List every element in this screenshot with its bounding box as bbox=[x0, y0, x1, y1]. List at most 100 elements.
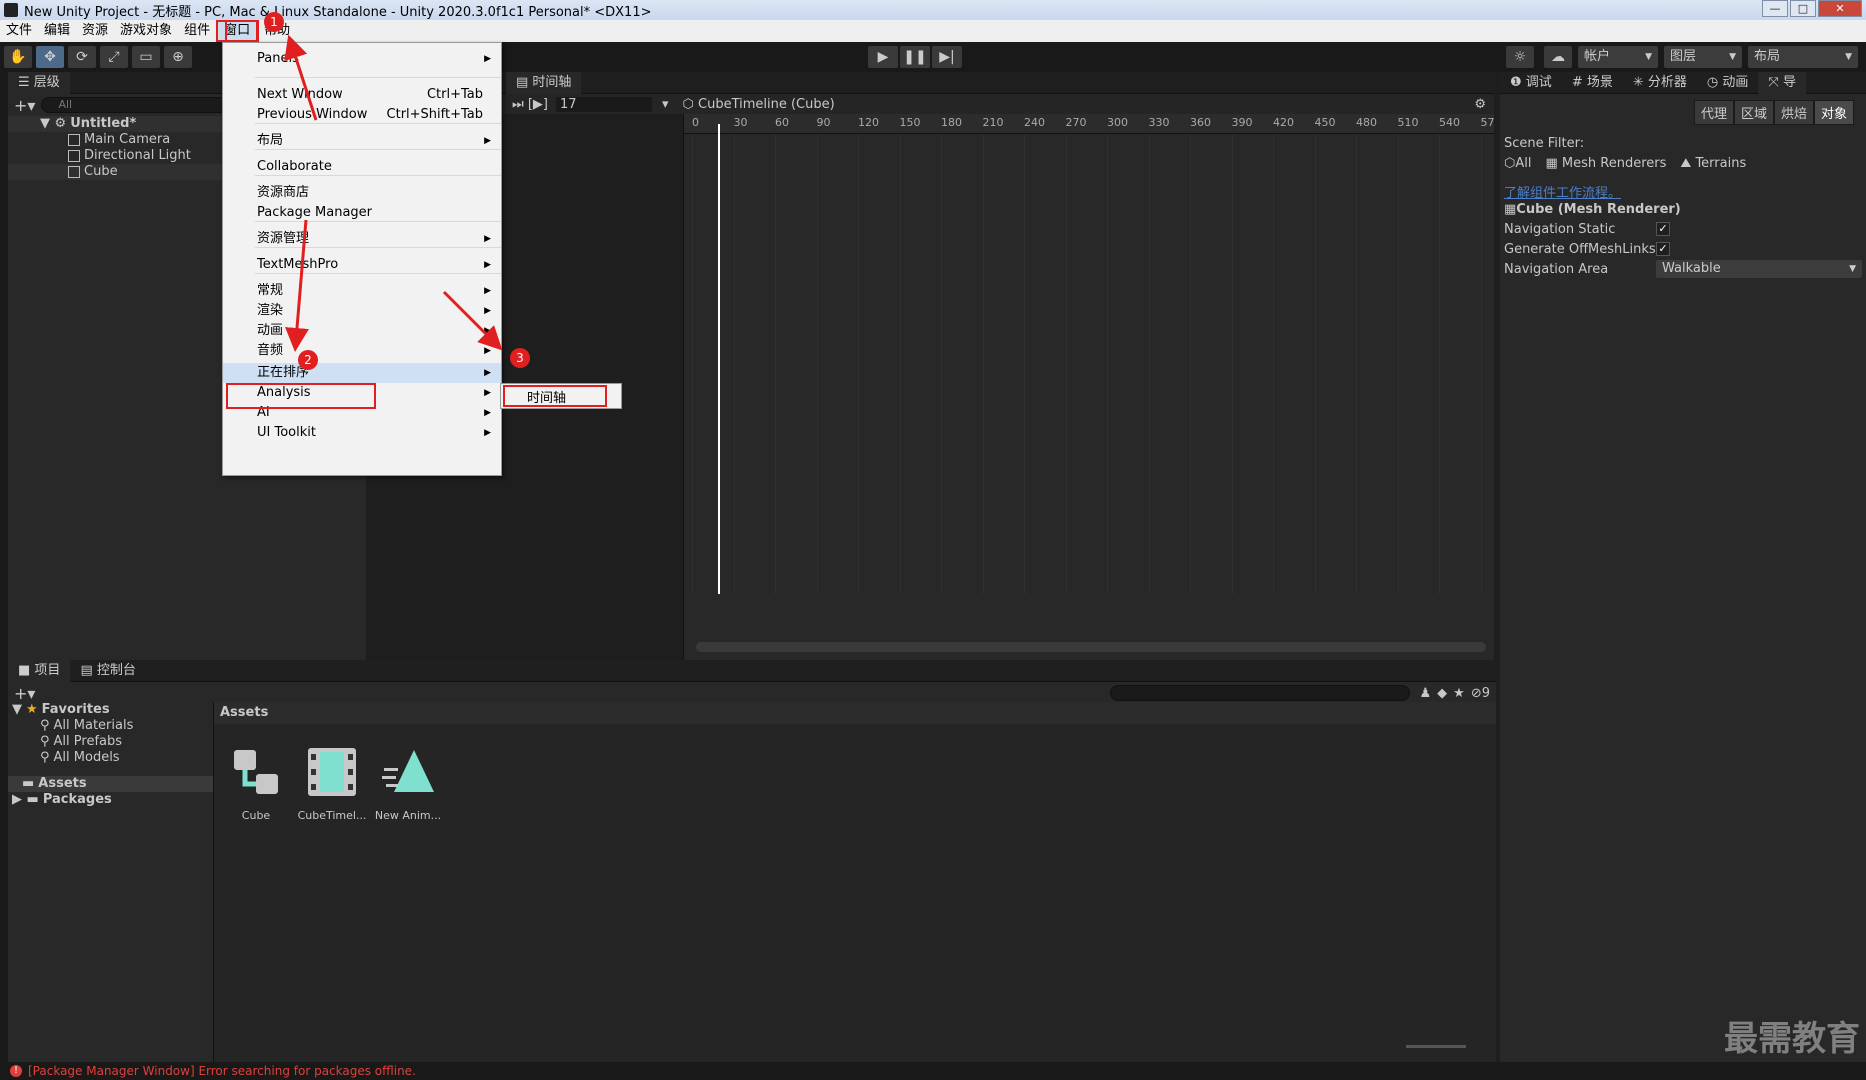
menu-component[interactable]: 组件 bbox=[178, 20, 216, 42]
step-icon[interactable]: ▶| bbox=[932, 46, 962, 68]
assets-folder[interactable]: ▬ Assets bbox=[8, 776, 213, 792]
time-ruler[interactable]: 0 30 60 90 120 150 180 210 240 270 300 330 360 390 420… bbox=[684, 114, 1494, 134]
pause-icon[interactable]: ❚❚ bbox=[900, 46, 930, 68]
learn-workflow-link[interactable]: 了解组件工作流程。 bbox=[1500, 183, 1866, 201]
menu-assets[interactable]: 资源 bbox=[76, 20, 114, 42]
nav-tab-areas[interactable]: 区域 bbox=[1733, 100, 1774, 125]
menu-item-4[interactable]: Collaborate bbox=[223, 157, 501, 177]
time-gridline bbox=[816, 134, 818, 594]
scale-tool-icon[interactable]: ⤢ bbox=[100, 46, 128, 68]
transform-tool-icon[interactable]: ⊕ bbox=[164, 46, 192, 68]
filter-mesh-renderers[interactable]: ▦ Mesh Renderers bbox=[1545, 156, 1666, 171]
add-icon[interactable]: +▾ bbox=[14, 96, 35, 115]
nav-tab-bake[interactable]: 烘焙 bbox=[1773, 100, 1814, 125]
hand-tool-icon[interactable]: ✋ bbox=[4, 46, 32, 68]
menu-item-11[interactable]: 动画 ▶ bbox=[223, 321, 501, 341]
submenu-arrow-icon: ▶ bbox=[484, 346, 491, 356]
unity-logo-icon bbox=[4, 3, 18, 17]
ruler-tick: 450 bbox=[1314, 116, 1336, 129]
frame-field[interactable]: 17 bbox=[555, 96, 652, 112]
nav-tab-object[interactable]: 对象 bbox=[1813, 100, 1854, 125]
menu-item-12[interactable]: 音频 ▶ bbox=[223, 341, 501, 361]
menu-item-13[interactable]: 正在排序 ▶ bbox=[223, 363, 501, 383]
timeline-settings-icon[interactable]: ⚙ bbox=[1474, 97, 1486, 112]
menu-item-6[interactable]: Package Manager bbox=[223, 203, 501, 223]
icon-size-slider[interactable] bbox=[1406, 1045, 1466, 1048]
ruler-tick: 60 bbox=[775, 116, 789, 129]
navigation-static-checkbox[interactable]: ✓ bbox=[1656, 222, 1670, 236]
menu-item-3[interactable]: 布局 ▶ bbox=[223, 131, 501, 151]
packages-folder[interactable]: ▶ ▬ Packages bbox=[8, 792, 213, 808]
move-tool-icon[interactable]: ✥ bbox=[36, 46, 64, 68]
ruler-tick: 270 bbox=[1065, 116, 1087, 129]
menu-item-7[interactable]: 资源管理 ▶ bbox=[223, 229, 501, 249]
sorting-submenu: 时间轴 bbox=[500, 383, 622, 409]
filter-terrains[interactable]: ⛰ Terrains bbox=[1680, 156, 1746, 171]
ruler-tick: 180 bbox=[941, 116, 962, 129]
menu-item-0[interactable]: Panels ▶ bbox=[223, 49, 501, 69]
tab-profiler[interactable]: ✳ 分析器 bbox=[1623, 72, 1697, 94]
submenu-arrow-icon: ▶ bbox=[484, 136, 491, 146]
add-icon[interactable]: +▾ bbox=[14, 684, 35, 703]
step-badge-3: 3 bbox=[510, 348, 530, 368]
submenu-arrow-icon: ▶ bbox=[484, 54, 491, 64]
menu-item-2[interactable]: Previous Window Ctrl+Shift+Tab bbox=[223, 105, 501, 125]
generate-offmeshlinks-checkbox[interactable]: ✓ bbox=[1656, 242, 1670, 256]
maximize-button[interactable]: □ bbox=[1790, 0, 1816, 17]
favorites-node[interactable]: ▼ ★ Favorites bbox=[8, 702, 213, 718]
menu-item-5[interactable]: 资源商店 bbox=[223, 183, 501, 203]
menu-gameobject[interactable]: 游戏对象 bbox=[114, 20, 178, 42]
timeline-controls-icon[interactable]: ⏭ [▶] bbox=[512, 97, 548, 112]
submenu-arrow-icon: ▶ bbox=[484, 326, 491, 336]
submenu-item-timeline[interactable]: 时间轴 bbox=[527, 387, 566, 406]
project-search[interactable] bbox=[1109, 685, 1410, 701]
minimize-button[interactable]: — bbox=[1762, 0, 1788, 17]
rotate-tool-icon[interactable]: ⟳ bbox=[68, 46, 96, 68]
menu-item-10[interactable]: 渲染 ▶ bbox=[223, 301, 501, 321]
layers-dropdown[interactable]: 图层 ▼ bbox=[1664, 46, 1742, 68]
navigation-area-dropdown[interactable]: Walkable ▼ bbox=[1656, 260, 1862, 278]
menu-item-9[interactable]: 常规 ▶ bbox=[223, 281, 501, 301]
nav-tab-agents[interactable]: 代理 bbox=[1693, 100, 1734, 125]
tab-debug[interactable]: ❶ 调试 bbox=[1500, 72, 1562, 94]
filter-all[interactable]: ⬡All bbox=[1504, 156, 1531, 171]
step-badge-2: 2 bbox=[298, 350, 318, 370]
menu-file[interactable]: 文件 bbox=[0, 20, 38, 42]
playhead[interactable] bbox=[718, 124, 720, 594]
layout-dropdown[interactable]: 布局 ▼ bbox=[1748, 46, 1858, 68]
filter-type-icon[interactable]: ♟ bbox=[1420, 686, 1432, 701]
filter-label-icon[interactable]: ◆ bbox=[1437, 686, 1447, 701]
ruler-tick: 510 bbox=[1397, 116, 1419, 129]
timeline-scrollbar[interactable] bbox=[696, 642, 1486, 652]
tab-project[interactable]: ■ 项目 bbox=[8, 659, 71, 682]
tab-animation[interactable]: ◷ 动画 bbox=[1697, 72, 1759, 94]
menu-item-16[interactable]: UI Toolkit ▶ bbox=[223, 423, 501, 443]
menu-item-1[interactable]: Next Window Ctrl+Tab bbox=[223, 85, 501, 105]
asset-item[interactable]: New Anim... bbox=[370, 744, 446, 822]
time-gridline bbox=[1190, 134, 1191, 594]
tab-navigation[interactable]: ⤧ 导 bbox=[1758, 71, 1806, 94]
tab-scene[interactable]: # 场景 bbox=[1562, 72, 1623, 94]
menu-edit[interactable]: 编辑 bbox=[38, 20, 76, 42]
fav-all-models[interactable]: ⚲ All Models bbox=[8, 750, 213, 766]
favorite-icon[interactable]: ★ bbox=[1453, 686, 1465, 701]
tab-hierarchy[interactable]: ☰ 层级 bbox=[8, 71, 70, 94]
cloud-icon[interactable]: ☁ bbox=[1544, 46, 1572, 68]
hidden-packages-icon[interactable]: ⊘9 bbox=[1471, 686, 1490, 701]
fav-all-prefabs[interactable]: ⚲ All Prefabs bbox=[8, 734, 213, 750]
ruler-tick: 480 bbox=[1356, 116, 1377, 129]
submenu-arrow-icon: ▶ bbox=[484, 428, 491, 438]
account-dropdown[interactable]: 帐户 ▼ bbox=[1578, 46, 1658, 68]
tab-timeline[interactable]: ▤ 时间轴 bbox=[506, 71, 582, 94]
tab-console[interactable]: ▤ 控制台 bbox=[70, 660, 145, 682]
asset-item[interactable]: CubeTimel... bbox=[294, 744, 370, 822]
play-icon[interactable]: ▶ bbox=[868, 46, 898, 68]
asset-item[interactable]: Cube bbox=[218, 744, 294, 822]
close-button[interactable]: ✕ bbox=[1818, 0, 1862, 17]
fav-all-materials[interactable]: ⚲ All Materials bbox=[8, 718, 213, 734]
rect-tool-icon[interactable]: ▭ bbox=[132, 46, 160, 68]
status-message[interactable]: [Package Manager Window] Error searching… bbox=[28, 1064, 416, 1078]
menu-item-8[interactable]: TextMeshPro ▶ bbox=[223, 255, 501, 275]
timeline-dropdown-icon[interactable]: ▾ bbox=[662, 97, 669, 112]
collab-icon[interactable]: ☼ bbox=[1506, 46, 1534, 68]
